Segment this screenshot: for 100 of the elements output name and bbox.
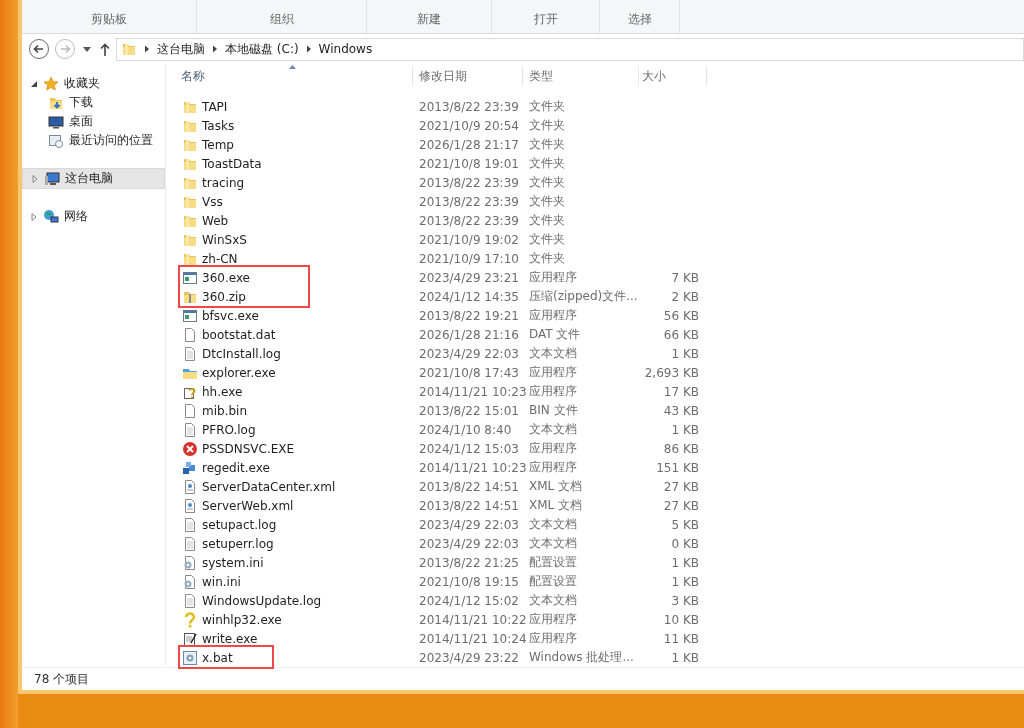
file-name[interactable]: bfsvc.exe [178,307,259,324]
file-name[interactable]: 360.zip [178,288,246,305]
application-icon [182,269,198,286]
file-name[interactable]: Vss [178,193,223,210]
column-header[interactable]: 名称 [178,66,413,86]
file-name[interactable]: ServerDataCenter.xml [178,478,336,495]
file-name[interactable]: mib.bin [178,402,247,419]
date-cell-text: 2013/8/22 23:39 [418,212,520,230]
breadcrumb[interactable]: 本地磁盘 (C:) [225,40,299,58]
file-name[interactable]: tracing [178,174,245,191]
type-cell-text: 文件夹 [528,117,566,134]
address-bar[interactable]: 这台电脑 本地磁盘 (C:) Windows [116,37,1024,61]
text-file-icon [182,421,198,438]
file-name[interactable]: x.bat [178,649,233,666]
file-name[interactable]: system.ini [178,554,264,571]
date-cell-text: 2013/8/22 14:51 [418,497,520,515]
date-cell-text: 2023/4/29 22:03 [418,535,520,553]
date-cell-text: 2023/4/29 23:21 [418,269,520,287]
size-cell: 3 KB [671,593,699,608]
size-cell: 7 KB [671,270,699,285]
nav-item[interactable]: 下载 [22,93,165,112]
globe-network-icon [43,208,59,225]
file-name[interactable]: bootstat.dat [178,326,276,343]
breadcrumb-arrow-icon[interactable] [143,45,151,53]
date-cell-text: 2021/10/8 17:43 [418,364,520,382]
ribbon-group-label: 选择 [627,11,652,28]
type-cell-text: 配置设置 [528,554,578,571]
file-icon [182,326,198,343]
date-cell-text: 2026/1/28 21:16 [418,326,520,344]
size-cell: 2 KB [671,289,699,304]
file-name[interactable]: ToastData [178,155,262,172]
breadcrumb-arrow-icon[interactable] [211,45,219,53]
collapse-arrow-icon[interactable] [30,79,38,88]
date-cell-text: 2013/8/22 19:21 [418,307,520,325]
text-file-icon [182,592,198,609]
type-cell-text: 应用程序 [528,364,578,381]
nav-item[interactable]: 这台电脑 [22,168,165,189]
breadcrumb[interactable]: Windows [318,42,373,56]
date-cell-text: 2021/10/9 20:54 [418,117,520,135]
type-cell-text: 文件夹 [528,231,566,248]
file-name[interactable]: setupact.log [178,516,277,533]
size-cell: 56 KB [663,308,699,323]
file-name[interactable]: PFRO.log [178,421,256,438]
type-cell-text: 文件夹 [528,250,566,267]
file-name[interactable]: DtcInstall.log [178,345,281,362]
file-name[interactable]: explorer.exe [178,364,276,381]
notepad-pen-icon [182,630,198,647]
breadcrumb[interactable]: 这台电脑 [157,40,205,58]
type-cell-text: 应用程序 [528,611,578,628]
size-cell: 86 KB [663,441,699,456]
nav-item[interactable]: 桌面 [22,112,165,131]
nav-item[interactable]: 最近访问的位置 [22,131,165,150]
file-icon [182,402,198,419]
breadcrumb-arrow-icon[interactable] [304,45,313,53]
file-name[interactable]: TAPI [178,98,228,115]
date-cell-text: 2021/10/8 19:01 [418,155,520,173]
date-cell-text: 2026/1/28 21:17 [418,136,520,154]
nav-item[interactable]: 收藏夹 [22,74,165,93]
type-cell-text: 应用程序 [528,269,578,286]
file-name[interactable]: hh.exe [178,383,243,400]
file-name[interactable]: PSSDNSVC.EXE [178,440,295,457]
file-name[interactable]: regedit.exe [178,459,270,476]
type-cell-text: 文本文档 [528,345,578,362]
size-cell: 0 KB [671,536,699,551]
caret-icon[interactable] [83,46,91,52]
date-cell-text: 2021/10/8 19:15 [418,573,520,591]
file-name[interactable]: ServerWeb.xml [178,497,294,514]
back-button[interactable] [28,38,50,60]
file-name[interactable]: winhlp32.exe [178,611,282,628]
error-icon [182,440,198,457]
nav-item[interactable]: 网络 [22,207,165,226]
gear-window-icon [182,649,198,666]
item-count: 78 个项目 [34,670,90,688]
type-cell-text: DAT 文件 [528,326,582,343]
type-cell-text: 文本文档 [528,592,578,609]
type-cell-text: 应用程序 [528,630,578,647]
date-cell-text: 2024/1/12 15:02 [418,592,520,610]
star-icon [43,75,59,92]
type-cell-text: XML 文档 [528,478,584,495]
file-name[interactable]: WindowsUpdate.log [178,592,322,609]
type-cell-text: 应用程序 [528,459,578,476]
type-cell-text: 压缩(zipped)文件... [528,288,639,305]
date-cell-text: 2023/4/29 23:22 [418,649,520,667]
file-name[interactable]: Tasks [178,117,235,134]
file-name[interactable]: 360.exe [178,269,250,286]
column-header[interactable]: 修改日期 [413,66,523,86]
type-cell-text: 应用程序 [528,440,578,457]
file-name[interactable]: Web [178,212,229,229]
file-name[interactable]: zh-CN [178,250,238,267]
file-name[interactable]: Temp [178,136,234,153]
column-header[interactable]: 大小 [639,66,707,86]
date-cell-text: 2013/8/22 15:01 [418,402,520,420]
file-name[interactable]: WinSxS [178,231,247,248]
file-name[interactable]: win.ini [178,573,241,590]
file-name[interactable]: setuperr.log [178,535,274,552]
type-cell-text: 文件夹 [528,174,566,191]
file-name[interactable]: write.exe [178,630,258,647]
column-header[interactable]: 类型 [523,66,639,86]
expand-arrow-icon[interactable] [30,212,38,221]
up-arrow-icon[interactable] [100,42,110,56]
